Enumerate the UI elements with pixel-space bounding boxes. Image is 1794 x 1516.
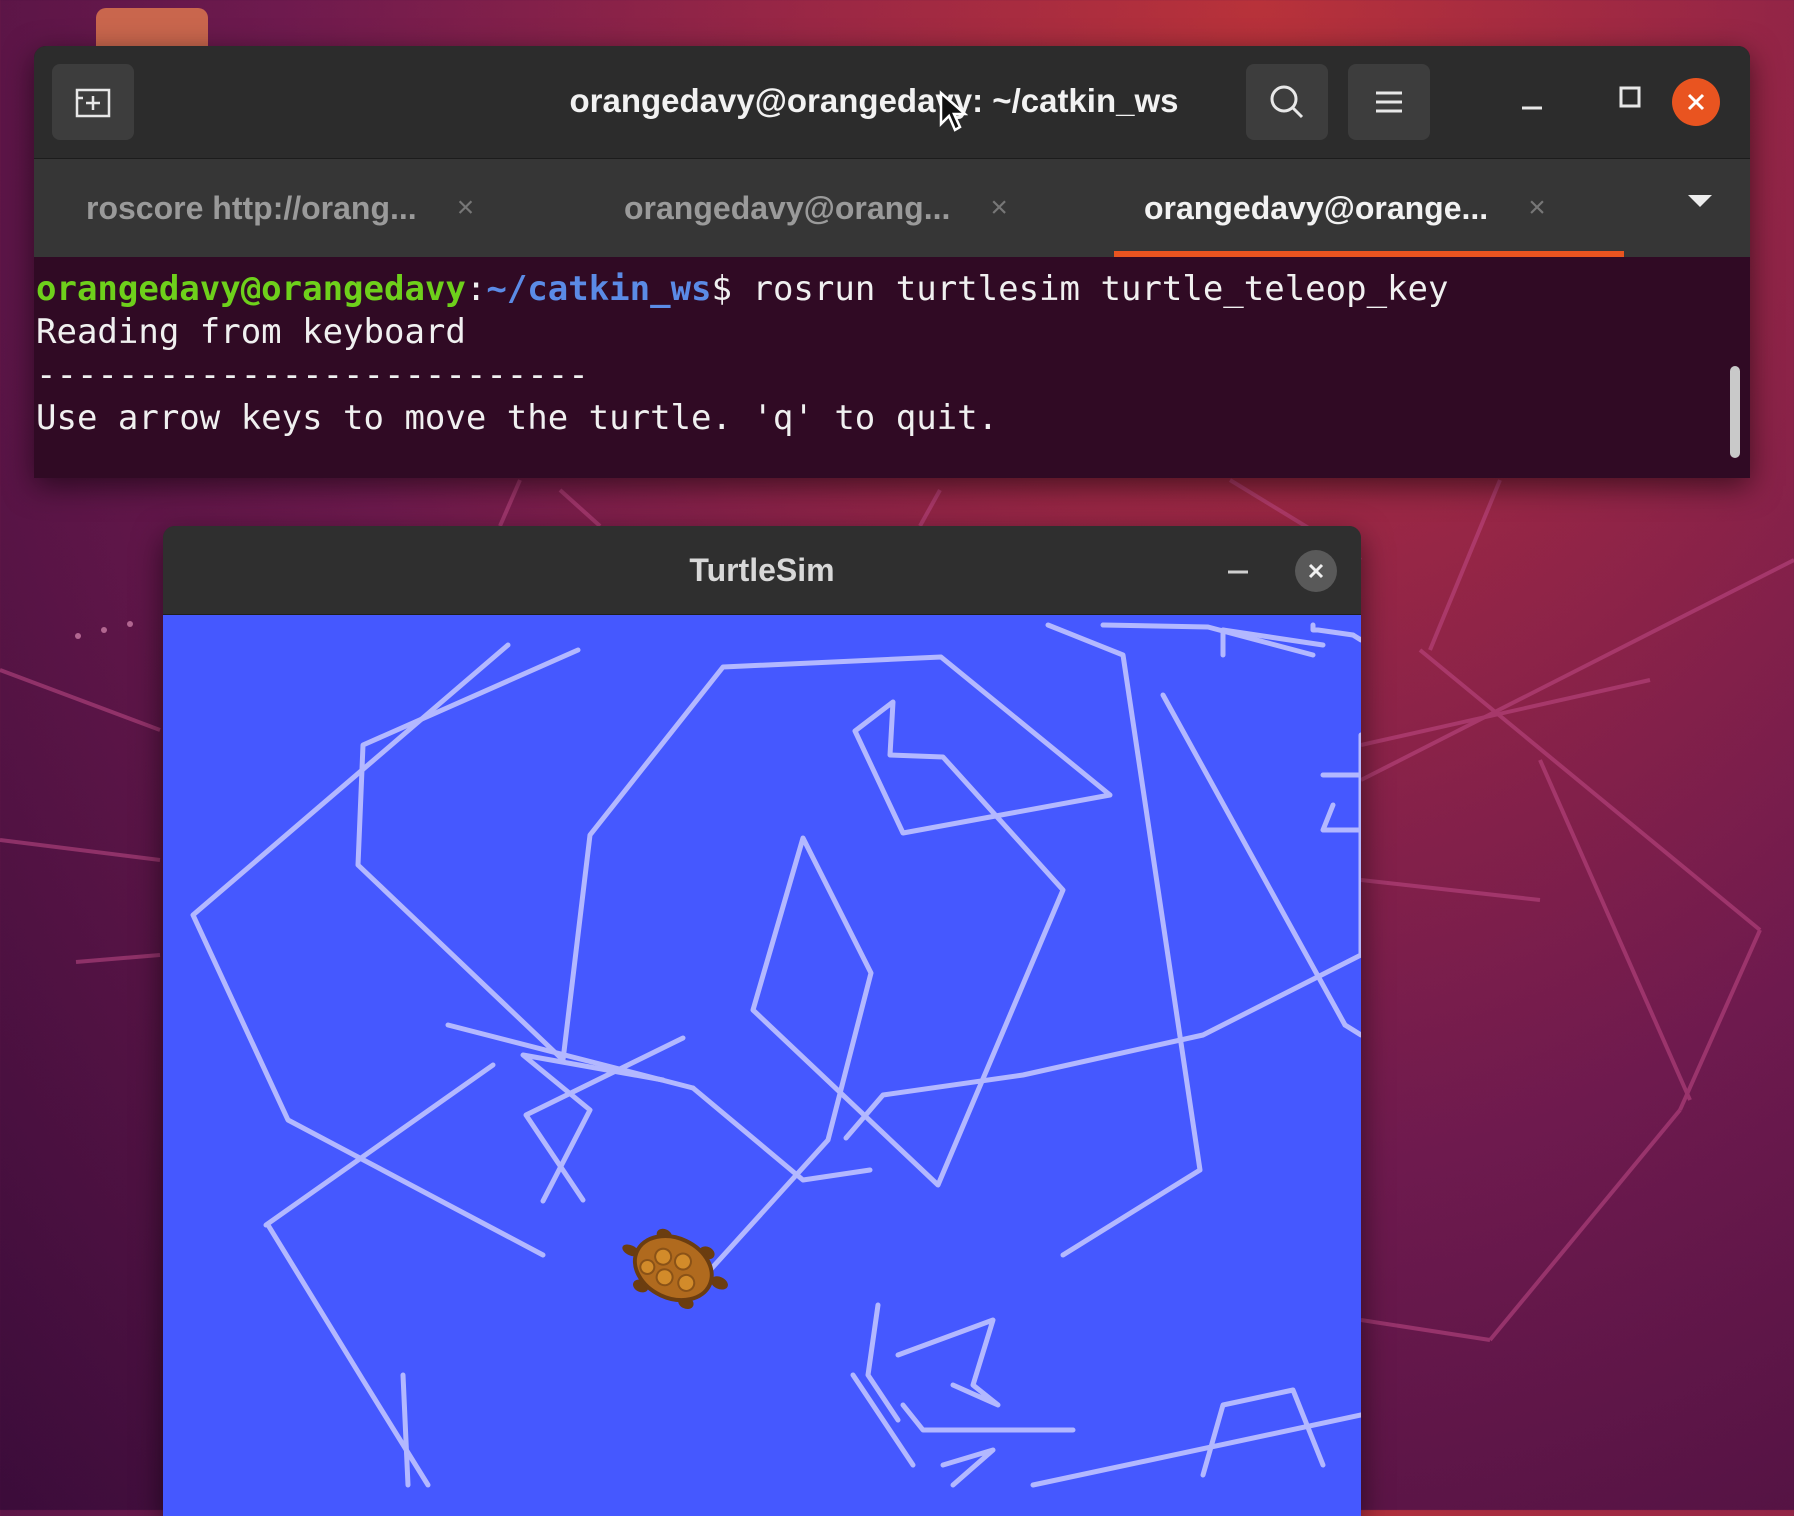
prompt-separator: : xyxy=(465,269,487,309)
tab-close-icon[interactable]: × xyxy=(1528,191,1546,225)
prompt-symbol: $ xyxy=(711,269,753,309)
turtlesim-header-bar: TurtleSim xyxy=(163,526,1361,615)
output-line: Reading from keyboard xyxy=(36,312,466,352)
new-tab-button[interactable] xyxy=(52,64,134,140)
turtlesim-window: TurtleSim xyxy=(163,526,1361,1516)
terminal-tab-bar: roscore http://orang... × orangedavy@ora… xyxy=(34,159,1750,257)
turtle-path-drawing xyxy=(190,622,1361,1488)
terminal-window: orangedavy@orangedavy: ~/catkin_ws rosco… xyxy=(34,46,1750,478)
close-icon xyxy=(1308,563,1324,579)
hamburger-menu-icon xyxy=(1376,91,1402,113)
tab-label: roscore http://orang... xyxy=(86,189,417,226)
turtlesim-title: TurtleSim xyxy=(689,552,835,588)
minimize-button[interactable] xyxy=(1518,82,1546,120)
tab-roscore[interactable]: roscore http://orang... × xyxy=(86,159,474,257)
turtlesim-close-button[interactable] xyxy=(1295,550,1337,592)
search-button[interactable] xyxy=(1246,64,1328,140)
turtlesim-minimize-button[interactable] xyxy=(1225,550,1251,588)
dropdown-arrow-icon[interactable] xyxy=(1688,195,1712,207)
output-line: --------------------------- xyxy=(36,355,589,395)
minimize-icon xyxy=(1522,106,1542,110)
turtle-icon xyxy=(622,1228,728,1310)
prompt-path: ~/catkin_ws xyxy=(486,269,712,309)
turtlesim-canvas xyxy=(163,615,1361,1516)
desktop-folder-icon[interactable] xyxy=(96,8,208,48)
terminal-title: orangedavy@orangedavy: ~/catkin_ws xyxy=(569,82,1179,119)
tab-terminal-2[interactable]: orangedavy@orang... × xyxy=(624,159,1008,257)
search-icon xyxy=(1270,85,1304,119)
close-icon xyxy=(1687,93,1705,111)
output-line: Use arrow keys to move the turtle. 'q' t… xyxy=(36,398,999,438)
tab-terminal-3-active[interactable]: orangedavy@orange... × xyxy=(1144,159,1546,257)
tab-close-icon[interactable]: × xyxy=(990,191,1008,225)
new-tab-icon xyxy=(75,88,111,118)
active-tab-indicator xyxy=(1114,251,1624,257)
tab-close-icon[interactable]: × xyxy=(457,191,475,225)
terminal-output[interactable]: orangedavy@orangedavy:~/catkin_ws$ rosru… xyxy=(34,258,1750,478)
menu-button[interactable] xyxy=(1348,64,1430,140)
prompt-user: orangedavy@orangedavy xyxy=(36,269,466,309)
mouse-cursor-icon xyxy=(939,90,968,132)
tab-label: orangedavy@orang... xyxy=(624,189,951,226)
terminal-header-bar: orangedavy@orangedavy: ~/catkin_ws xyxy=(34,46,1750,159)
tab-label: orangedavy@orange... xyxy=(1144,189,1489,226)
maximize-icon xyxy=(1619,86,1641,108)
maximize-button[interactable] xyxy=(1616,82,1644,120)
minimize-icon xyxy=(1228,570,1248,574)
terminal-scrollbar[interactable] xyxy=(1730,366,1740,458)
close-button[interactable] xyxy=(1672,78,1720,126)
command-text: rosrun turtlesim turtle_teleop_key xyxy=(752,269,1449,309)
